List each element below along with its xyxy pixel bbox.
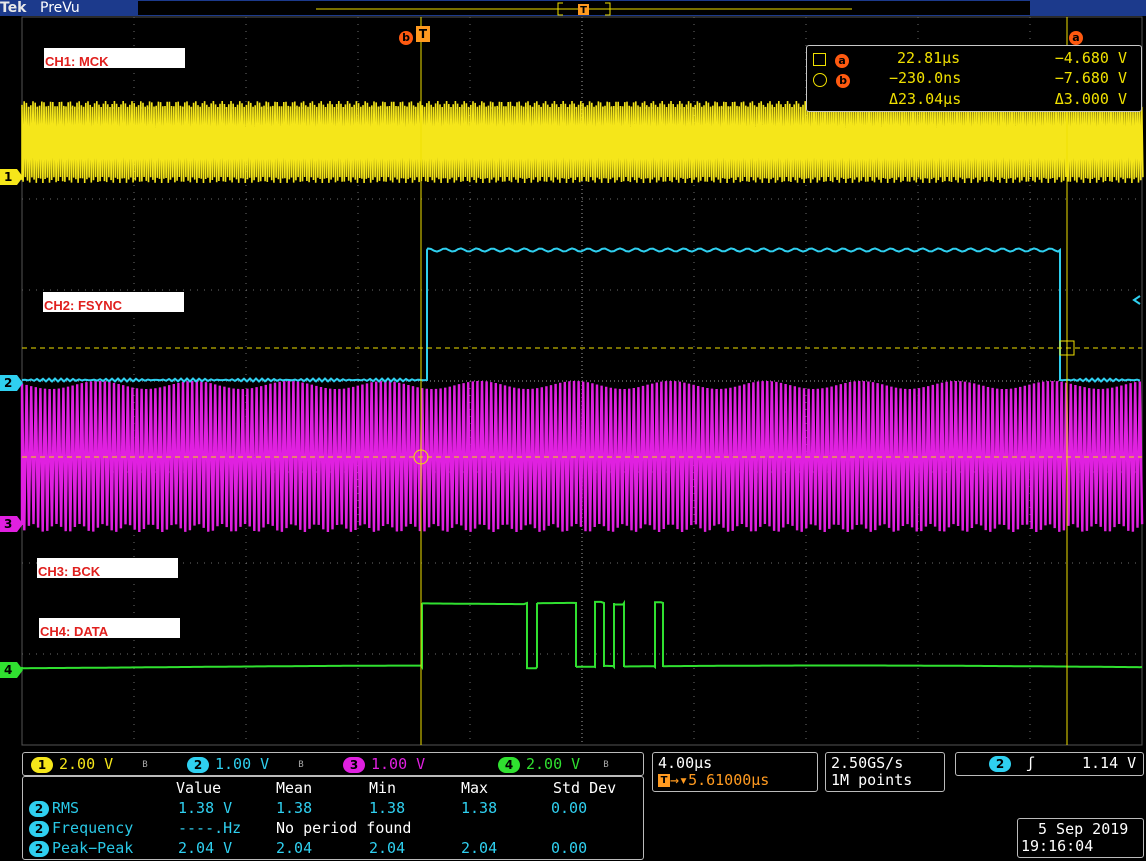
circle-cursor-icon (813, 72, 827, 87)
ch4-data-waveform (21, 599, 1143, 671)
square-cursor-icon (813, 53, 826, 66)
ch3-scale-button[interactable]: 3 1.00 V (343, 753, 425, 775)
record-length: 1M points (831, 771, 913, 789)
trigger-position-marker[interactable]: T (416, 26, 430, 42)
cursor-a-badge: a (835, 54, 850, 68)
cursor-b-badge: b (836, 74, 851, 88)
meas-row-frequency[interactable]: 2 Frequency (29, 819, 133, 837)
cursor-b-volt: −7.680 V (1054, 69, 1127, 87)
measurements-table[interactable]: Value Mean Min Max Std Dev 2 RMS 1.38 V 1… (22, 776, 644, 860)
time: 19:16:04 (1021, 837, 1094, 855)
rms-value: 1.38 V (178, 799, 233, 817)
ch1-ground-marker[interactable]: 1 (0, 169, 23, 185)
rms-max: 1.38 (461, 799, 498, 817)
horizontal-settings[interactable]: 4.00µs T →▾5.61000µs (652, 752, 818, 792)
ch4-scale-button[interactable]: 4 2.00 V B (498, 753, 609, 775)
cursor-delta-time: Δ23.04µs (889, 90, 962, 108)
waveforms (20, 100, 1144, 671)
label-ch3: CH3: BCK (37, 558, 178, 578)
ch1-mck-waveform (21, 100, 1144, 184)
ch4-ground-marker[interactable]: 4 (0, 662, 23, 678)
date: 5 Sep 2019 (1038, 820, 1129, 838)
peak-peak-value: 2.04 V (178, 839, 233, 857)
frequency-note: No period found (276, 819, 412, 837)
oscilloscope-screen: Tek PreVu T b T a CH1: MCK CH2: FSYNC CH… (0, 0, 1146, 861)
col-header-min: Min (369, 779, 397, 797)
rms-min: 1.38 (369, 799, 406, 817)
meas-row-peak-peak[interactable]: 2 Peak−Peak (29, 839, 133, 857)
cursor-b-time: −230.0ns (889, 69, 962, 87)
peak-peak-min: 2.04 (369, 839, 406, 857)
horizontal-scale: 4.00µs (658, 754, 713, 772)
col-header-max: Max (461, 779, 489, 797)
peak-peak-max: 2.04 (461, 839, 498, 857)
rising-edge-icon: ʃ (1026, 754, 1036, 772)
cursor-delta-volt: Δ3.000 V (1054, 90, 1127, 108)
cursor-a-volt: −4.680 V (1054, 49, 1127, 67)
label-ch2: CH2: FSYNC (43, 292, 184, 312)
trigger-icon: T (658, 774, 670, 787)
col-header-mean: Mean (276, 779, 313, 797)
cursor-readout: a 22.81µs −4.680 V b −230.0ns −7.680 V Δ… (806, 45, 1142, 112)
frequency-value: ----.Hz (178, 819, 242, 837)
meas-row-rms[interactable]: 2 RMS (29, 799, 79, 817)
trigger-source-badge: 2 (989, 755, 1011, 772)
date-time-display: 5 Sep 2019 19:16:04 (1017, 818, 1144, 858)
cursor-a-marker[interactable]: a (1069, 26, 1083, 45)
acquisition-settings[interactable]: 2.50GS/s 1M points (825, 752, 945, 792)
col-header-value: Value (176, 779, 222, 797)
rms-stddev: 0.00 (551, 799, 588, 817)
trigger-level-arrow (1132, 295, 1141, 305)
label-ch1: CH1: MCK (44, 48, 185, 68)
ch3-ground-marker[interactable]: 3 (0, 516, 23, 532)
ch2-scale-button[interactable]: 2 1.00 V B (187, 753, 304, 775)
peak-peak-mean: 2.04 (276, 839, 313, 857)
horizontal-position: T →▾5.61000µs (658, 771, 769, 789)
delay-arrow-icon: →▾ (670, 771, 689, 789)
trigger-level: 1.14 V (1082, 754, 1137, 772)
ch2-ground-marker[interactable]: 2 (0, 375, 23, 391)
sample-rate: 2.50GS/s (831, 754, 904, 772)
col-header-stddev: Std Dev (553, 779, 617, 797)
label-ch4: CH4: DATA (39, 618, 180, 638)
rms-mean: 1.38 (276, 799, 313, 817)
cursor-a-time: 22.81µs (897, 49, 961, 67)
waveform-plot[interactable] (0, 0, 1146, 861)
channel-scale-bar: 1 2.00 V B 2 1.00 V B 3 1.00 V 4 2.00 V B (22, 752, 644, 776)
ch2-fsync-waveform (21, 247, 1141, 383)
peak-peak-stddev: 0.00 (551, 839, 588, 857)
ch1-scale-button[interactable]: 1 2.00 V B (31, 753, 148, 775)
trigger-settings[interactable]: 2 ʃ 1.14 V (955, 752, 1144, 776)
cursor-b-marker[interactable]: b (399, 26, 413, 45)
